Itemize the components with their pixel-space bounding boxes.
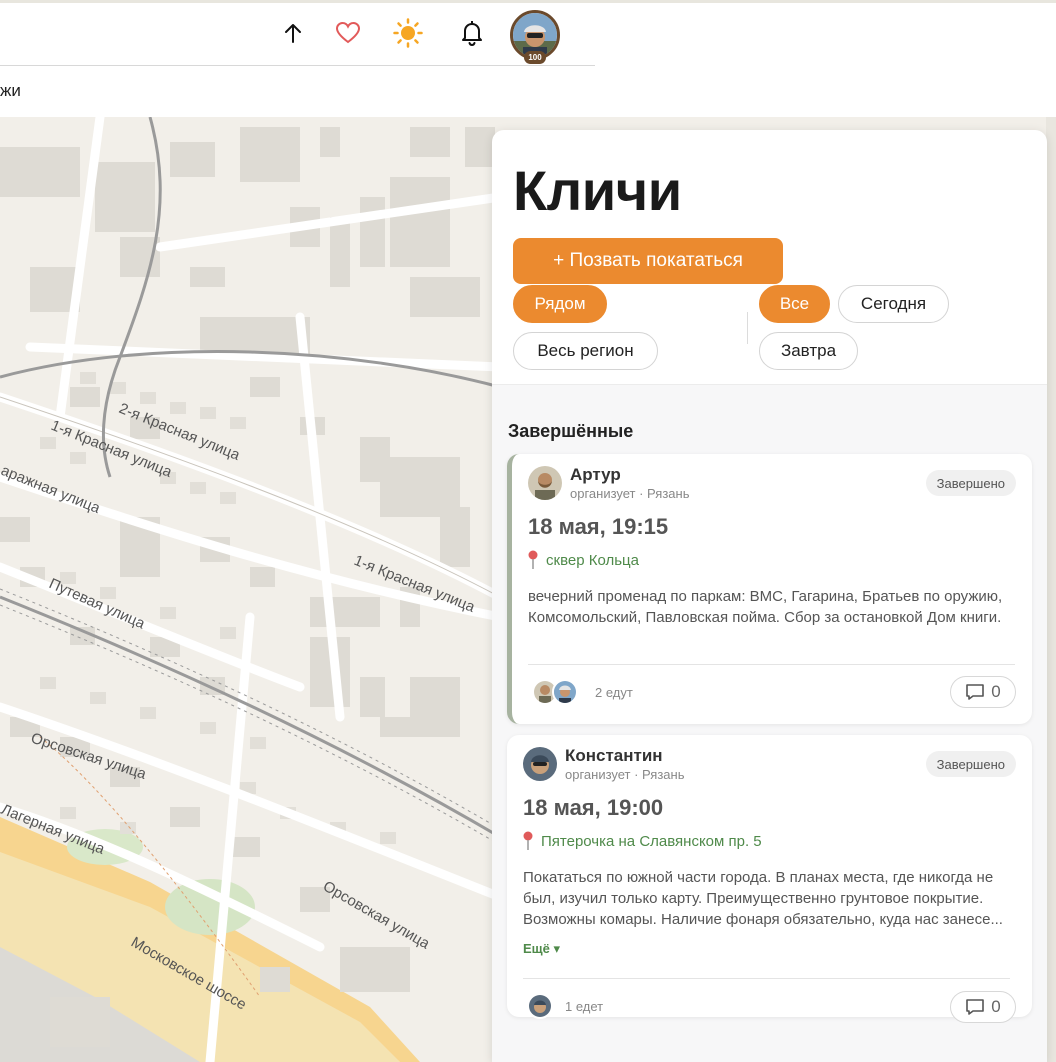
location-label: сквер Кольца bbox=[546, 551, 639, 569]
riders-count: 1 едет bbox=[565, 999, 604, 1014]
section-title: Завершённые bbox=[508, 421, 634, 441]
filter-divider bbox=[747, 312, 748, 344]
notifications-button[interactable] bbox=[456, 17, 488, 49]
comments-button[interactable]: 0 bbox=[950, 991, 1016, 1023]
location-label: Пятерочка на Славянском пр. 5 bbox=[541, 832, 762, 850]
card-separator bbox=[523, 978, 1010, 979]
sun-icon bbox=[393, 18, 423, 48]
card-separator bbox=[528, 664, 1015, 665]
comment-icon bbox=[966, 999, 985, 1015]
page-title: Кличи bbox=[513, 159, 682, 222]
ride-location[interactable]: сквер Кольца bbox=[528, 550, 639, 570]
create-call-button[interactable]: + Позвать покататься bbox=[513, 238, 783, 284]
ride-date: 18 мая, 19:00 bbox=[523, 795, 664, 820]
calls-feed: Завершённые Артур организует · Рязань За… bbox=[492, 385, 1047, 1062]
bell-icon bbox=[462, 21, 482, 47]
organizer-avatar bbox=[523, 747, 557, 781]
filter-whole-region[interactable]: Весь регион bbox=[513, 332, 658, 370]
ride-date: 18 мая, 19:15 bbox=[528, 514, 669, 539]
rider-avatar bbox=[527, 993, 553, 1019]
filter-today[interactable]: Сегодня bbox=[838, 285, 949, 323]
comments-count: 0 bbox=[991, 682, 1001, 701]
map-pin-icon bbox=[523, 831, 533, 850]
filter-tomorrow[interactable]: Завтра bbox=[759, 332, 858, 370]
map-pin-icon bbox=[528, 550, 538, 569]
call-card[interactable]: Константин организует · Рязань Завершено… bbox=[507, 735, 1032, 1023]
calls-panel: Кличи + Позвать покататься Рядом Весь ре… bbox=[492, 130, 1047, 1062]
scroll-up-button[interactable] bbox=[277, 17, 309, 49]
riders-avatars[interactable] bbox=[532, 679, 578, 705]
status-badge: Завершено bbox=[925, 751, 1016, 777]
user-avatar-button[interactable]: 100 bbox=[510, 10, 560, 64]
ride-description: вечерний променад по паркам: ВМС, Гагари… bbox=[528, 588, 1003, 626]
filter-nearby[interactable]: Рядом bbox=[513, 285, 607, 323]
level-badge: 100 bbox=[524, 51, 546, 64]
app-header: 100 bbox=[0, 3, 595, 66]
filter-all[interactable]: Все bbox=[759, 285, 830, 323]
street-label: Путевая улица bbox=[46, 575, 148, 633]
street-label: аражная улица bbox=[0, 462, 103, 517]
street-label: Орсовская улица bbox=[320, 878, 433, 953]
organizer-avatar bbox=[528, 466, 562, 500]
sub-navigation: жи bbox=[0, 67, 1056, 117]
map-edge bbox=[1046, 117, 1056, 1062]
rider-avatar bbox=[552, 679, 578, 705]
comments-count: 0 bbox=[991, 997, 1001, 1016]
ride-location[interactable]: Пятерочка на Славянском пр. 5 bbox=[523, 831, 762, 851]
ride-description: Покататься по южной части города. В план… bbox=[523, 869, 1003, 928]
heart-icon bbox=[335, 21, 361, 44]
call-card[interactable]: Артур организует · Рязань Завершено 18 м… bbox=[507, 454, 1032, 724]
sub-navigation-link[interactable]: жи bbox=[0, 81, 21, 101]
organizer-meta: организует · Рязань bbox=[570, 486, 690, 501]
comment-icon bbox=[966, 684, 985, 700]
arrow-up-icon bbox=[285, 24, 301, 43]
riders-count: 2 едут bbox=[595, 685, 633, 700]
comments-button[interactable]: 0 bbox=[950, 676, 1016, 708]
theme-toggle-button[interactable] bbox=[392, 17, 424, 49]
organizer-meta: организует · Рязань bbox=[565, 767, 685, 782]
show-more-link[interactable]: Ещё ▾ bbox=[523, 941, 560, 957]
favorites-button[interactable] bbox=[332, 17, 364, 49]
organizer-name[interactable]: Константин bbox=[565, 746, 663, 766]
riders-avatars[interactable] bbox=[527, 993, 553, 1019]
organizer-name[interactable]: Артур bbox=[570, 465, 621, 485]
status-badge: Завершено bbox=[925, 470, 1016, 496]
